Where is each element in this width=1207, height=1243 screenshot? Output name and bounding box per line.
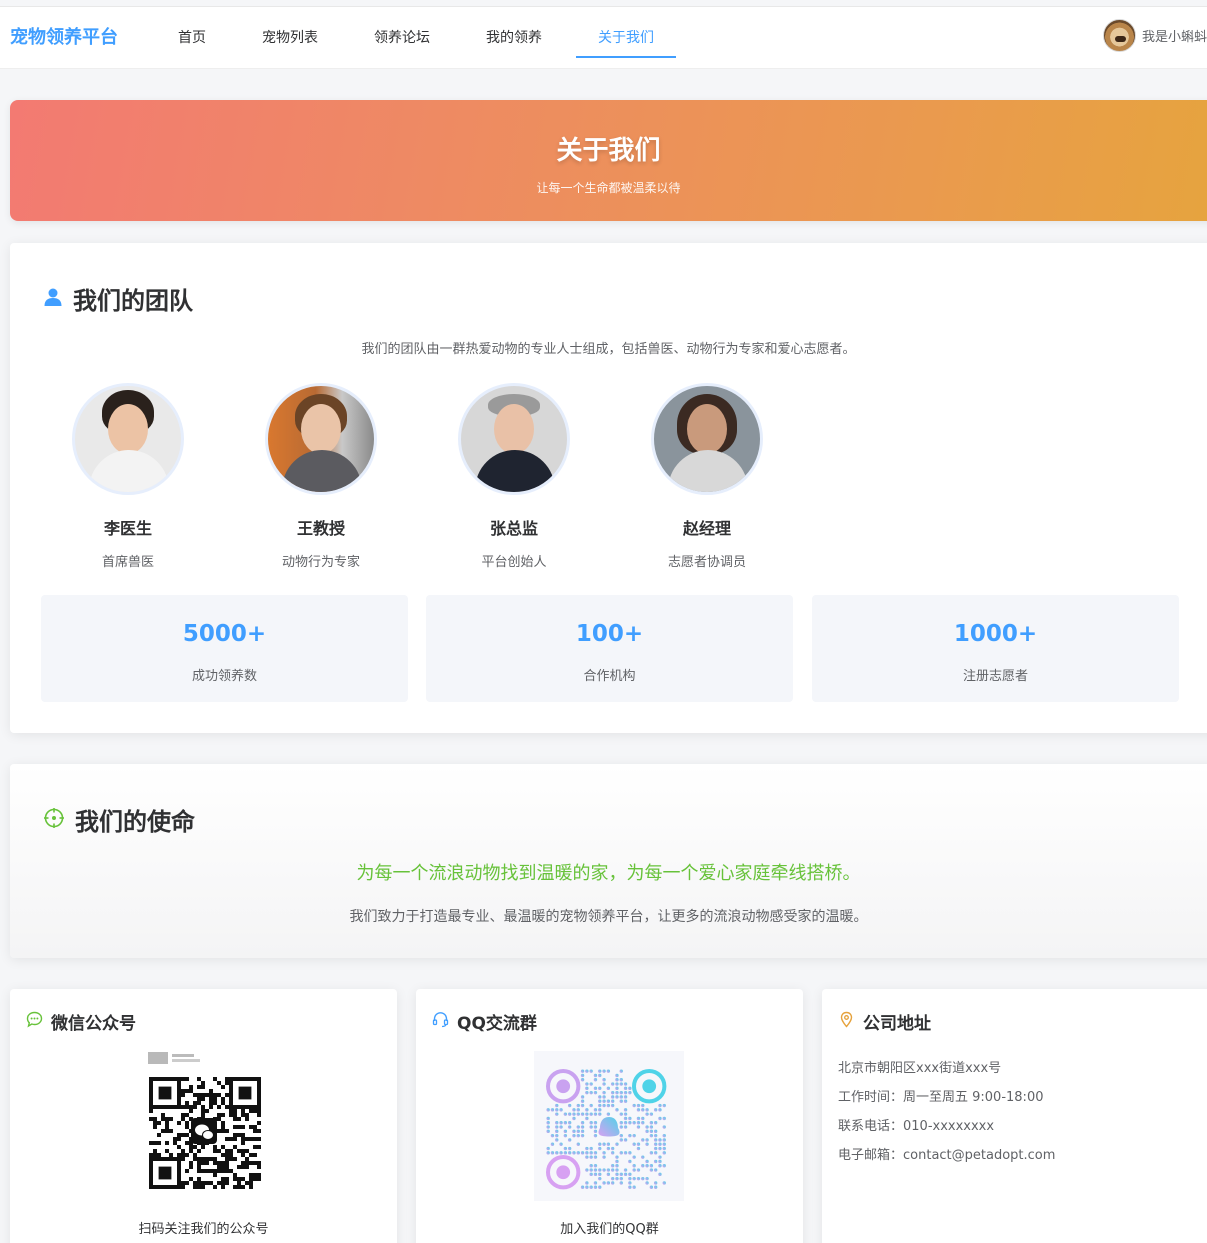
team-member-card: 李医生 首席兽医	[48, 383, 208, 570]
nav-item-forum[interactable]: 领养论坛	[352, 7, 452, 64]
user-name[interactable]: 我是小蝌蚪	[1142, 26, 1207, 45]
stat-value: 100+	[575, 621, 644, 647]
member-avatar	[651, 383, 763, 495]
member-role: 平台创始人	[481, 555, 547, 570]
nav-item-pet-list[interactable]: 宠物列表	[240, 7, 340, 64]
team-member-card: 王教授 动物行为专家	[241, 383, 401, 570]
wechat-card-title: 微信公众号	[51, 1014, 136, 1034]
user-menu[interactable]: 我是小蝌蚪	[1103, 19, 1207, 52]
top-navbar: 宠物领养平台 首页 宠物列表 领养论坛 我的领养 关于我们 我是小蝌蚪	[0, 6, 1207, 69]
address-card: 公司地址 北京市朝阳区xxx街道xxx号 工作时间：周一至周五 9:00-18:…	[822, 989, 1207, 1243]
member-name: 张总监	[489, 519, 538, 538]
hero-subtitle: 让每一个生命都被温柔以待	[536, 181, 681, 195]
stat-value: 1000+	[953, 621, 1038, 647]
qq-card-title: QQ交流群	[457, 1014, 537, 1034]
mission-section-header: 我们的使命	[43, 802, 195, 837]
wechat-caption: 扫码关注我们的公众号	[138, 1222, 269, 1237]
member-name: 赵经理	[682, 519, 731, 538]
wechat-card-header: 微信公众号	[26, 1009, 136, 1034]
qq-caption: 加入我们的QQ群	[560, 1222, 659, 1237]
member-avatar	[72, 383, 184, 495]
address-card-header: 公司地址	[838, 1009, 931, 1034]
nav-item-home[interactable]: 首页	[156, 7, 228, 64]
qq-card: QQ交流群 加入我们的QQ群	[416, 989, 803, 1243]
stat-card-partners: 100+ 合作机构	[426, 595, 793, 702]
working-hours-line: 工作时间：周一至周五 9:00-18:00	[838, 1090, 1044, 1105]
member-name: 李医生	[103, 519, 152, 538]
member-role: 志愿者协调员	[667, 555, 746, 570]
mission-quote: 为每一个流浪动物找到温暖的家，为每一个爱心家庭牵线搭桥。	[356, 863, 861, 884]
target-icon	[43, 807, 65, 833]
contact-info-list: 北京市朝阳区xxx街道xxx号 工作时间：周一至周五 9:00-18:00 联系…	[838, 1057, 1055, 1173]
stat-card-adoptions: 5000+ 成功领养数	[41, 595, 408, 702]
stat-card-volunteers: 1000+ 注册志愿者	[812, 595, 1179, 702]
member-avatar	[458, 383, 570, 495]
phone-line: 联系电话：010-xxxxxxxx	[838, 1119, 995, 1134]
mission-description: 我们致力于打造最专业、最温暖的宠物领养平台，让更多的流浪动物感受家的温暖。	[349, 909, 868, 925]
brand-logo-text[interactable]: 宠物领养平台	[10, 23, 118, 49]
location-pin-icon	[838, 1011, 855, 1032]
member-role: 首席兽医	[101, 555, 154, 570]
address-card-title: 公司地址	[863, 1014, 931, 1034]
hero-banner: 关于我们 让每一个生命都被温柔以待	[10, 100, 1207, 221]
team-member-card: 张总监 平台创始人	[434, 383, 594, 570]
headset-icon	[432, 1011, 449, 1032]
chat-bubble-icon	[26, 1011, 43, 1032]
wechat-qr-code	[147, 1051, 262, 1195]
qq-qr-code	[534, 1051, 684, 1205]
qq-card-header: QQ交流群	[432, 1009, 537, 1034]
nav-item-about-us[interactable]: 关于我们	[576, 7, 676, 58]
member-name: 王教授	[296, 519, 345, 538]
mission-section-title: 我们的使命	[75, 808, 195, 836]
team-section: 我们的团队 我们的团队由一群热爱动物的专业人士组成，包括兽医、动物行为专家和爱心…	[10, 243, 1207, 733]
member-avatar	[265, 383, 377, 495]
stat-label: 合作机构	[583, 669, 636, 684]
stat-value: 5000+	[182, 621, 267, 647]
stat-label: 注册志愿者	[962, 669, 1028, 684]
mission-section: 我们的使命 为每一个流浪动物找到温暖的家，为每一个爱心家庭牵线搭桥。 我们致力于…	[10, 764, 1207, 958]
team-member-card: 赵经理 志愿者协调员	[627, 383, 787, 570]
user-icon	[43, 287, 63, 311]
email-line: 电子邮箱：contact@petadopt.com	[838, 1148, 1056, 1163]
team-section-title: 我们的团队	[73, 287, 193, 315]
member-role: 动物行为专家	[281, 555, 360, 570]
team-section-header: 我们的团队	[43, 281, 193, 316]
team-description: 我们的团队由一群热爱动物的专业人士组成，包括兽医、动物行为专家和爱心志愿者。	[361, 342, 856, 357]
main-nav: 首页 宠物列表 领养论坛 我的领养 关于我们	[156, 7, 688, 70]
wechat-card: 微信公众号 扫码关注我们的公众号	[10, 989, 397, 1243]
address-line: 北京市朝阳区xxx街道xxx号	[838, 1061, 1002, 1076]
user-avatar[interactable]	[1103, 19, 1136, 52]
nav-item-my-adoption[interactable]: 我的领养	[464, 7, 564, 64]
hero-title: 关于我们	[556, 136, 661, 166]
stat-label: 成功领养数	[191, 669, 257, 684]
